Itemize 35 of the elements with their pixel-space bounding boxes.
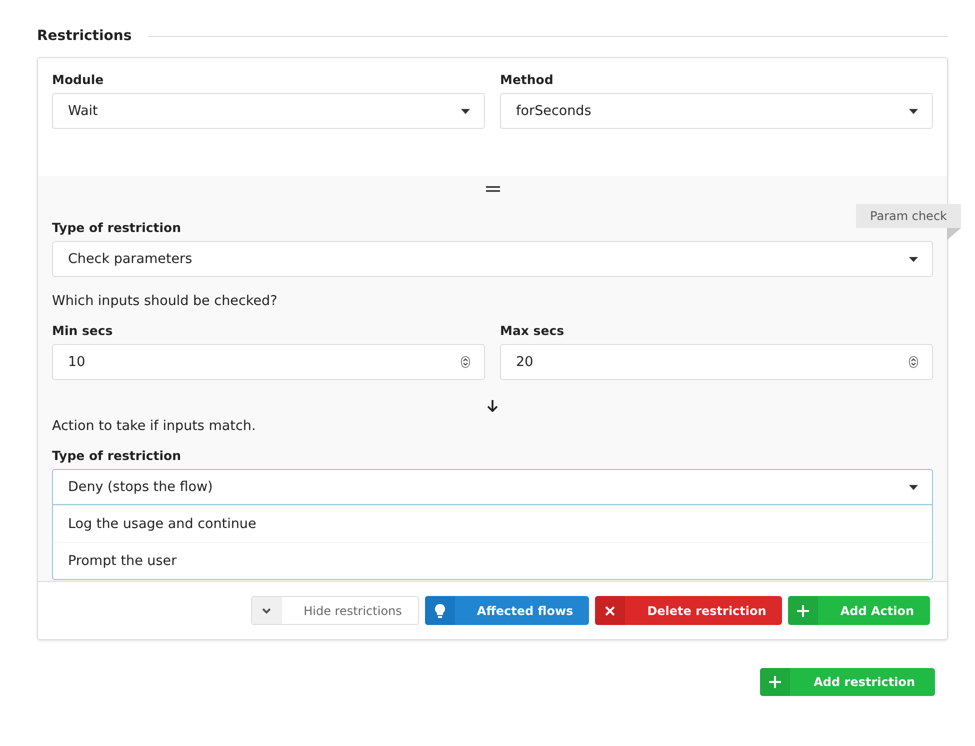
- chevron-icon: [262, 608, 272, 614]
- section-title: Restrictions: [37, 28, 132, 44]
- field-label: Max secs: [500, 323, 564, 338]
- number-field[interactable]: 20: [500, 344, 933, 380]
- spinner-icon[interactable]: [461, 356, 470, 368]
- instruction-text: Which inputs should be checked?: [52, 293, 278, 309]
- caret-icon: [909, 484, 918, 490]
- number-field[interactable]: 10: [52, 344, 485, 380]
- field-label: Type of restriction: [52, 448, 182, 463]
- dropdown-option[interactable]: Log the usage and continue: [53, 505, 932, 542]
- dropdown-option[interactable]: Prompt the user: [53, 542, 932, 579]
- dropdown[interactable]: Deny (stops the flow): [52, 469, 933, 505]
- dropdown[interactable]: Wait: [52, 93, 485, 129]
- drag-handle-icon[interactable]: [486, 186, 500, 192]
- plus-icon: [797, 604, 810, 616]
- spinner-icon[interactable]: [909, 356, 918, 368]
- ribbon-fold-icon: [947, 228, 961, 240]
- field-label: Min secs: [52, 323, 113, 338]
- plus-icon: [768, 676, 781, 688]
- info-button[interactable]: Affected flows: [424, 596, 590, 625]
- dropdown[interactable]: forSeconds: [500, 93, 933, 129]
- caret-icon: [461, 108, 470, 114]
- dropdown[interactable]: Check parameters: [52, 241, 933, 277]
- close-icon: [605, 606, 616, 616]
- caret-icon: [909, 108, 918, 114]
- field-label: Method: [500, 72, 554, 87]
- caret-icon: [909, 256, 918, 262]
- instruction-text: Action to take if inputs match.: [52, 418, 256, 434]
- toggle-button[interactable]: Hide restrictions: [250, 596, 419, 625]
- lightbulb-icon: [434, 604, 445, 618]
- field-label: Module: [52, 72, 104, 87]
- down-arrow-icon: [487, 400, 498, 412]
- param-check-label: Param check: [856, 204, 961, 228]
- field-label: Type of restriction: [52, 220, 182, 235]
- delete-button[interactable]: Delete restriction: [595, 596, 782, 625]
